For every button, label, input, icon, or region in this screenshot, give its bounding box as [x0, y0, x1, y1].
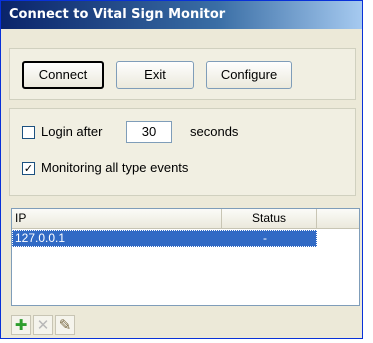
ip-list[interactable]: IP Status 127.0.0.1 -: [11, 208, 360, 306]
seconds-label: seconds: [190, 124, 239, 139]
x-icon: ✕: [36, 316, 50, 334]
check-icon: ✓: [23, 162, 34, 175]
column-header-ip[interactable]: IP: [12, 209, 222, 228]
connect-button[interactable]: Connect: [22, 61, 104, 89]
button-group: Connect Exit Configure: [9, 48, 356, 100]
plus-icon: ✚: [14, 316, 28, 334]
cell-status: -: [263, 231, 267, 245]
monitoring-checkbox[interactable]: ✓: [22, 162, 35, 175]
window-title: Connect to Vital Sign Monitor: [1, 1, 362, 29]
login-after-label: Login after: [41, 124, 103, 139]
connect-window: Connect to Vital Sign Monitor Connect Ex…: [0, 0, 363, 339]
edit-button[interactable]: ✎: [55, 315, 75, 335]
add-button[interactable]: ✚: [11, 315, 31, 335]
monitoring-label: Monitoring all type events: [41, 160, 189, 175]
list-header: IP Status: [12, 209, 359, 229]
cell-ip: 127.0.0.1: [15, 231, 66, 245]
remove-button[interactable]: ✕: [33, 315, 53, 335]
pencil-icon: ✎: [58, 316, 72, 334]
table-row[interactable]: 127.0.0.1 -: [12, 230, 317, 247]
column-header-status[interactable]: Status: [222, 209, 317, 228]
options-group: Login after 30 seconds ✓ Monitoring all …: [9, 108, 356, 196]
login-seconds-field[interactable]: 30: [126, 121, 172, 143]
exit-button[interactable]: Exit: [116, 61, 194, 89]
login-after-checkbox[interactable]: [22, 126, 35, 139]
configure-button[interactable]: Configure: [206, 61, 292, 89]
